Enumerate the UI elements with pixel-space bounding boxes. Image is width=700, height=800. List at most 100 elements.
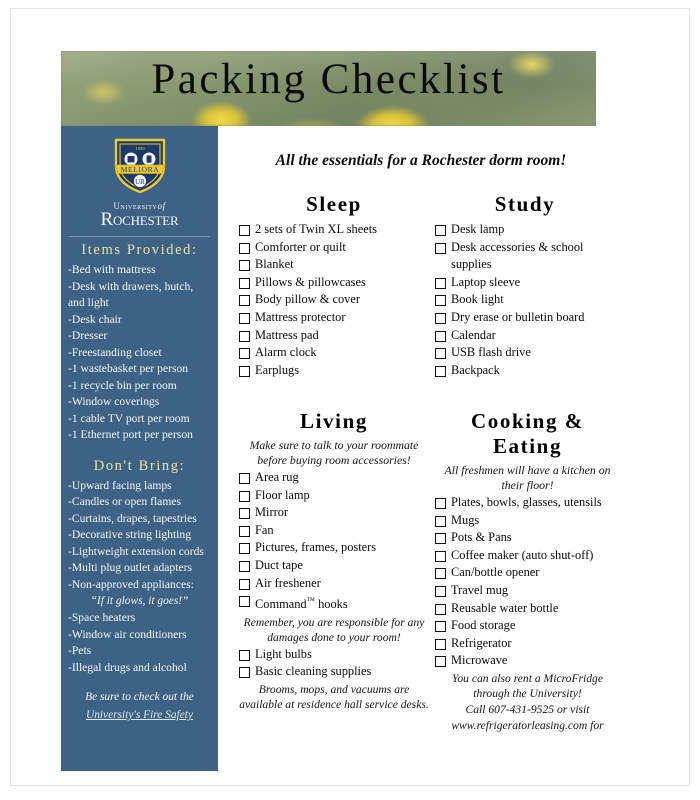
list-item[interactable]: 2 sets of Twin XL sheets	[239, 221, 429, 239]
command-brand: Command	[255, 597, 307, 612]
list-item-command-hooks[interactable]: Command™ hooks	[239, 592, 429, 614]
checkbox-icon[interactable]	[239, 365, 250, 377]
list-item[interactable]: Area rug	[239, 469, 429, 487]
list-item[interactable]: Microwave	[435, 652, 620, 670]
appliance-quote: “If it glows, it goes!”	[90, 595, 189, 607]
checkbox-icon[interactable]	[239, 560, 250, 572]
list-item[interactable]: Mugs	[435, 512, 620, 530]
list-item: -Pets	[68, 644, 92, 657]
list-item[interactable]: Earplugs	[239, 362, 429, 380]
checkbox-icon[interactable]	[239, 543, 250, 555]
list-item[interactable]: Backpack	[435, 362, 615, 380]
list-item[interactable]: Refrigerator	[435, 635, 620, 653]
list-item[interactable]: Reusable water bottle	[435, 600, 620, 618]
checkbox-icon[interactable]	[435, 585, 446, 597]
list-item[interactable]: Air freshener	[239, 575, 429, 593]
list-item[interactable]: Alarm clock	[239, 344, 429, 362]
checkbox-icon[interactable]	[435, 621, 446, 633]
item-label: Mattress protector	[255, 309, 346, 324]
checkbox-icon[interactable]	[435, 550, 446, 562]
list-item[interactable]: Pictures, frames, posters	[239, 539, 429, 557]
checkbox-icon[interactable]	[239, 312, 250, 324]
damages-note: Remember, you are responsible for any da…	[243, 615, 425, 644]
checkbox-icon[interactable]	[435, 603, 446, 615]
list-item[interactable]: Basic cleaning supplies	[239, 663, 429, 681]
list-item[interactable]: Desk lamp	[435, 221, 615, 239]
item-label: Pillows & pillowcases	[255, 274, 366, 289]
list-item[interactable]: Body pillow & cover	[239, 291, 429, 309]
checkbox-icon[interactable]	[435, 225, 446, 236]
sidebar-divider	[69, 236, 210, 237]
checkbox-icon[interactable]	[435, 348, 446, 360]
item-label: Air freshener	[255, 575, 321, 590]
checkbox-icon[interactable]	[435, 242, 446, 254]
rochester-shield-icon: 1850 MELIORA UR	[113, 138, 166, 194]
list-item[interactable]: Mattress pad	[239, 327, 429, 345]
checklist-column-living: Living Make sure to talk to your roommat…	[239, 409, 429, 713]
cooking-checklist: Plates, bowls, glasses, utensils Mugs Po…	[435, 494, 620, 670]
checkbox-icon[interactable]	[239, 295, 250, 307]
checkbox-icon[interactable]	[239, 348, 250, 360]
checkbox-icon[interactable]	[239, 596, 250, 608]
list-item[interactable]: Comforter or quilt	[239, 239, 429, 257]
checkbox-icon[interactable]	[435, 656, 446, 668]
list-item[interactable]: Floor lamp	[239, 487, 429, 505]
list-item[interactable]: Book light	[435, 291, 615, 309]
list-item[interactable]: Travel mug	[435, 582, 620, 600]
list-item[interactable]: Fan	[239, 522, 429, 540]
checkbox-icon[interactable]	[239, 490, 250, 502]
list-item[interactable]: Can/bottle opener	[435, 564, 620, 582]
list-item[interactable]: Dry erase or bulletin board	[435, 309, 615, 327]
list-item: -Bed with mattress	[68, 263, 156, 276]
checkbox-icon[interactable]	[435, 277, 446, 289]
fire-safety-link[interactable]: University's Fire Safety	[67, 706, 212, 724]
list-item[interactable]: Mattress protector	[239, 309, 429, 327]
checkbox-icon[interactable]	[239, 277, 250, 289]
list-item[interactable]: Coffee maker (auto shut-off)	[435, 547, 620, 565]
list-item[interactable]: Plates, bowls, glasses, utensils	[435, 494, 620, 512]
list-item[interactable]: Calendar	[435, 327, 615, 345]
item-label: Basic cleaning supplies	[255, 664, 372, 679]
list-item[interactable]: Light bulbs	[239, 646, 429, 664]
list-item[interactable]: Blanket	[239, 256, 429, 274]
fire-safety-text: Be sure to check out the	[85, 691, 194, 703]
checkbox-icon[interactable]	[239, 225, 250, 236]
list-item[interactable]: Mirror	[239, 504, 429, 522]
checkbox-icon[interactable]	[435, 638, 446, 650]
list-item[interactable]: Laptop sleeve	[435, 274, 615, 292]
checkbox-icon[interactable]	[239, 667, 250, 679]
column-title: Sleep	[306, 192, 362, 216]
checkbox-icon[interactable]	[239, 473, 250, 484]
checkbox-icon[interactable]	[239, 260, 250, 272]
list-item[interactable]: Pillows & pillowcases	[239, 274, 429, 292]
refrigerator-leasing-link[interactable]: www.refrigeratorleasing.com	[451, 719, 587, 732]
list-item[interactable]: Pots & Pans	[435, 529, 620, 547]
checkbox-icon[interactable]	[239, 578, 250, 590]
checkbox-icon[interactable]	[435, 365, 446, 377]
list-item[interactable]: USB flash drive	[435, 344, 615, 362]
checkbox-icon[interactable]	[435, 312, 446, 324]
checkbox-icon[interactable]	[239, 508, 250, 520]
checkbox-icon[interactable]	[435, 295, 446, 307]
list-item: -Upward facing lamps	[68, 478, 172, 492]
living-checklist-b: Light bulbs Basic cleaning supplies	[239, 646, 429, 681]
item-label: Refrigerator	[451, 635, 512, 650]
checkbox-icon[interactable]	[435, 568, 446, 580]
university-crest: 1850 MELIORA UR	[67, 136, 212, 199]
checkbox-icon[interactable]	[435, 498, 446, 509]
list-item[interactable]: Desk accessories & school supplies	[435, 239, 615, 274]
checkbox-icon[interactable]	[435, 515, 446, 527]
checkbox-icon[interactable]	[239, 330, 250, 342]
list-item: -Desk with drawers, hutch, and light	[68, 279, 194, 310]
checkbox-icon[interactable]	[435, 330, 446, 342]
checkbox-icon[interactable]	[239, 649, 250, 661]
fire-safety-footer: Be sure to check out the University's Fi…	[67, 688, 212, 724]
item-label: USB flash drive	[451, 345, 531, 360]
list-item[interactable]: Food storage	[435, 617, 620, 635]
list-item[interactable]: Duct tape	[239, 557, 429, 575]
checkbox-icon[interactable]	[239, 525, 250, 537]
checkbox-icon[interactable]	[239, 242, 250, 254]
checkbox-icon[interactable]	[435, 533, 446, 545]
item-label: Mugs	[451, 512, 480, 527]
call-prefix: Call	[465, 702, 489, 716]
